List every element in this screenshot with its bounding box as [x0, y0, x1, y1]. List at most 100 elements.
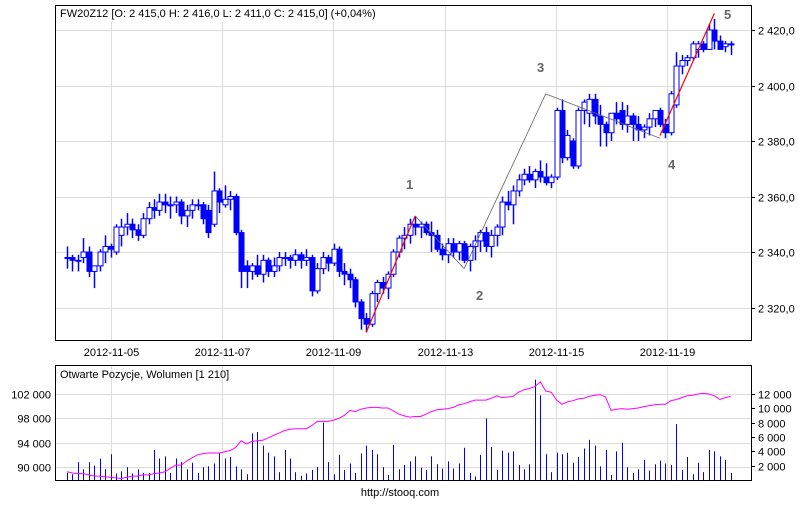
volume-axis: 12 000 10 000 8 000 6 000 4 000 2 000 [751, 390, 792, 474]
candle [189, 199, 196, 219]
candle-body-up [646, 118, 653, 128]
candle [581, 99, 588, 125]
candle-body-down [717, 40, 724, 50]
candle-body-up [146, 207, 153, 220]
candle [336, 246, 343, 277]
candle-body-up [521, 173, 528, 181]
candle [205, 204, 212, 239]
candle-body-up [91, 265, 98, 272]
candle [64, 246, 71, 269]
candle [597, 104, 604, 147]
open-interest-axis: 102 000 98 000 94 000 90 000 [11, 390, 51, 475]
source-link[interactable]: http://stooq.com [361, 487, 439, 499]
candle-body-down [358, 301, 365, 320]
volume-tick-label: 6 000 [758, 433, 786, 445]
candle [483, 227, 490, 252]
candle-body-up [282, 257, 289, 260]
candle-body-down [162, 201, 169, 206]
candle [178, 199, 185, 225]
wave-line [365, 215, 416, 333]
candle [505, 190, 512, 211]
candle-body-down [570, 140, 577, 167]
candle-body-up [314, 268, 321, 292]
candle [254, 254, 261, 277]
candle [684, 54, 691, 67]
candle [711, 18, 718, 50]
candle [679, 54, 686, 75]
candle-body-down [298, 254, 305, 261]
candle [151, 199, 158, 219]
candle [488, 229, 495, 258]
candle [135, 224, 142, 241]
candle [450, 238, 457, 258]
candle-body-up [167, 204, 174, 207]
candle [652, 109, 659, 128]
candle-body-up [624, 115, 631, 125]
candle-body-down [450, 243, 457, 253]
candle [439, 243, 446, 261]
wave-line [659, 13, 715, 136]
candle-body-down [711, 29, 718, 42]
candle-body-down [700, 43, 707, 50]
candle [249, 263, 256, 280]
candle [80, 238, 87, 264]
candle-body-down [341, 270, 348, 275]
candle [129, 218, 136, 239]
candle [358, 299, 365, 330]
candle-body-up [548, 176, 555, 184]
candle-body-up [488, 234, 495, 247]
candle-body-up [75, 259, 82, 262]
candle [97, 249, 104, 272]
date-tick-label: 2012-11-09 [306, 347, 361, 359]
candle [108, 243, 115, 258]
price-tick-label: 2 320,0 [758, 304, 795, 316]
candle-body-down [630, 115, 637, 125]
candle [592, 93, 599, 125]
volume-tick-label: 4 000 [758, 447, 786, 459]
candle [173, 196, 180, 214]
candles [64, 18, 735, 333]
candle-body-down [597, 115, 604, 125]
candle-body-up [728, 43, 735, 46]
candle-body-down [216, 190, 223, 203]
candle [146, 202, 153, 225]
candle [619, 102, 626, 130]
candle [69, 254, 76, 272]
candle [282, 252, 289, 266]
date-axis: 2012-11-05 2012-11-07 2012-11-09 2012-11-13… [84, 347, 695, 359]
candle [456, 240, 463, 261]
candle [211, 171, 218, 228]
candle [260, 254, 267, 283]
volume-panel-title: Otwarte Pozycje, Wolumen [1 210] [60, 369, 229, 381]
wave-label-5: 5 [724, 7, 731, 22]
candle-body-down [613, 112, 620, 120]
candle [559, 99, 566, 164]
candle-body-down [336, 248, 343, 272]
candle [331, 243, 338, 266]
candle [510, 185, 517, 225]
price-tick-label: 2 380,0 [758, 137, 795, 149]
candle-body-up [189, 204, 196, 211]
candle-body-down [543, 176, 550, 184]
candle [467, 243, 474, 272]
candle [216, 188, 223, 214]
candle-body-down [363, 318, 370, 325]
candle-body-up [64, 257, 71, 260]
main-frame [55, 5, 752, 341]
candle-body-up [80, 251, 87, 259]
candle-body-up [303, 257, 310, 261]
candle [554, 107, 561, 180]
candle [570, 138, 577, 169]
candle-body-down [483, 232, 490, 247]
open-interest-line [66, 381, 731, 480]
candle [276, 252, 283, 272]
volume-grid [56, 366, 751, 480]
candle [722, 41, 729, 53]
candle-body-up [369, 293, 376, 325]
candle-body-up [331, 248, 338, 264]
candle [265, 257, 272, 277]
wave-label-4: 4 [668, 157, 676, 172]
date-tick-label: 2012-11-13 [418, 347, 473, 359]
candle [516, 174, 523, 197]
candle [86, 246, 93, 277]
